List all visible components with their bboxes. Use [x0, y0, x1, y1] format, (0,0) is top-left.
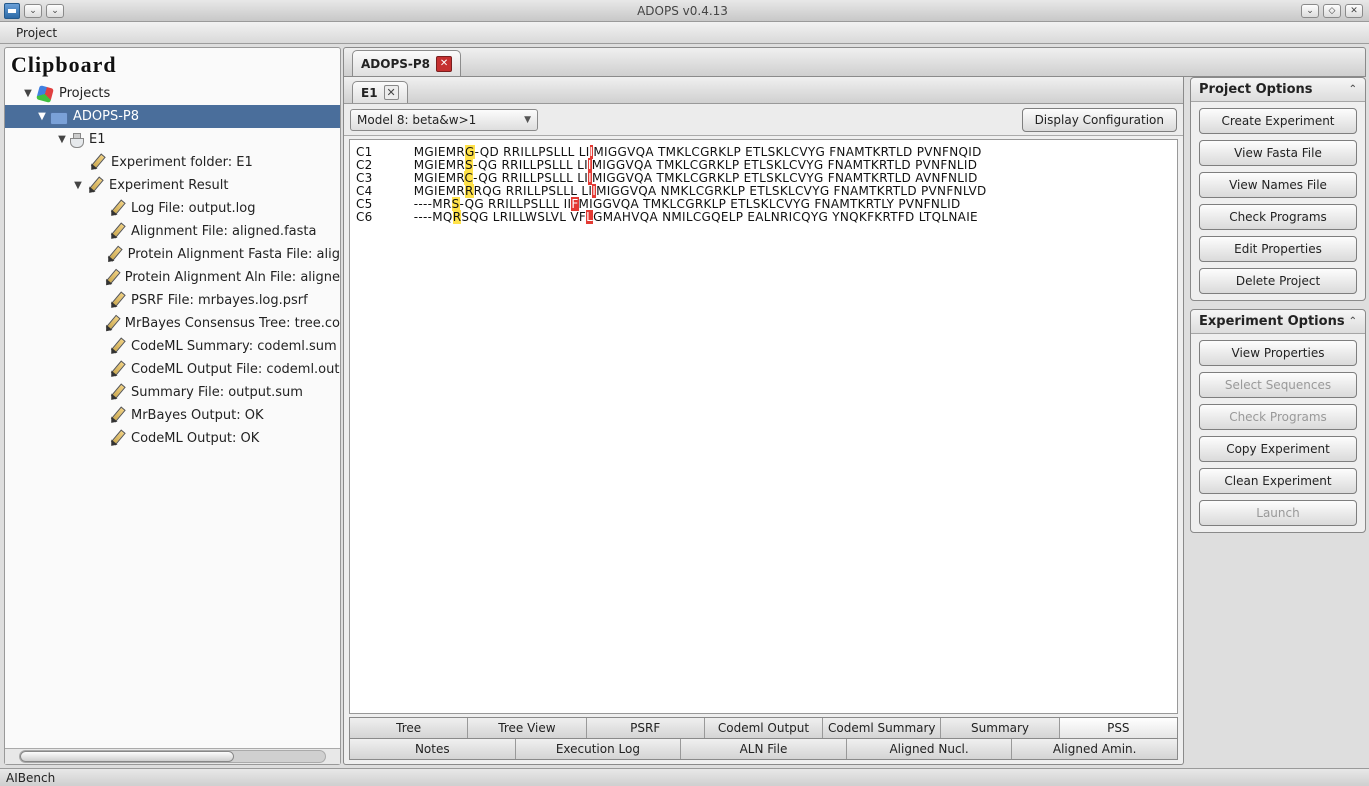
experiment-options-title: Experiment Options — [1199, 314, 1345, 329]
bottom-tab[interactable]: Execution Log — [516, 739, 682, 759]
bottom-tab[interactable]: Summary — [941, 718, 1059, 738]
statusbar: AIBench — [0, 768, 1369, 786]
tree-file-item[interactable]: Alignment File: aligned.fasta — [5, 220, 340, 243]
project-tab[interactable]: ADOPS-P8 ✕ — [352, 50, 461, 76]
experiment-tab-bar: E1 ✕ — [344, 77, 1183, 104]
titlebar: ⌄ ⌄ ADOPS v0.4.13 ⌄ ◇ ✕ — [0, 0, 1369, 22]
tree-file-item[interactable]: PSRF File: mrbayes.log.psrf — [5, 289, 340, 312]
experiment-option-button[interactable]: Copy Experiment — [1199, 436, 1357, 462]
project-option-button[interactable]: Edit Properties — [1199, 236, 1357, 262]
project-option-button[interactable]: View Names File — [1199, 172, 1357, 198]
tree-root-projects[interactable]: ▼ Projects — [5, 82, 340, 105]
experiment-options-panel: Experiment Options ⌃ View Properties Sele… — [1190, 309, 1366, 533]
bottom-tab[interactable]: Codeml Output — [705, 718, 823, 738]
project-options-title: Project Options — [1199, 82, 1313, 97]
tree-project-adops-p8[interactable]: ▼ ADOPS-P8 — [5, 105, 340, 128]
alignment-view[interactable]: C1 MGIEMRG-QD RRILLPSLLL LIIMIGGVQA TMKL… — [349, 139, 1178, 714]
project-option-button[interactable]: Check Programs — [1199, 204, 1357, 230]
bottom-tab[interactable]: ALN File — [681, 739, 847, 759]
sidebar-hscroll[interactable] — [5, 748, 340, 764]
tree-file-item[interactable]: MrBayes Output: OK — [5, 404, 340, 427]
project-tab-bar: ADOPS-P8 ✕ — [343, 47, 1366, 77]
tree-file-item[interactable]: CodeML Output: OK — [5, 427, 340, 450]
window-title: ADOPS v0.4.13 — [64, 4, 1301, 18]
pencil-icon — [101, 242, 126, 267]
alignment-toolbar: Model 8: beta&w>1 ▼ Display Configuratio… — [344, 104, 1183, 136]
experiment-option-button: Check Programs — [1199, 404, 1357, 430]
folder-icon — [50, 112, 68, 125]
menubar: Project — [0, 22, 1369, 44]
close-window-button[interactable]: ✕ — [1345, 4, 1363, 18]
chevron-down-icon: ▼ — [524, 115, 531, 125]
project-option-button[interactable]: Create Experiment — [1199, 108, 1357, 134]
pencil-icon — [99, 265, 124, 290]
bottom-tab[interactable]: Aligned Nucl. — [847, 739, 1013, 759]
experiment-option-button[interactable]: View Properties — [1199, 340, 1357, 366]
tree-experiment-result[interactable]: ▼ Experiment Result — [5, 174, 340, 197]
bottom-tab[interactable]: Tree — [350, 718, 468, 738]
experiment-option-button: Select Sequences — [1199, 372, 1357, 398]
tree-file-item[interactable]: CodeML Summary: codeml.sum — [5, 335, 340, 358]
project-option-button[interactable]: Delete Project — [1199, 268, 1357, 294]
tree-file-item[interactable]: Protein Alignment Aln File: aligne — [5, 266, 340, 289]
bottom-tab[interactable]: Aligned Amin. — [1012, 739, 1177, 759]
bottom-tab[interactable]: Notes — [350, 739, 516, 759]
app-icon — [4, 3, 20, 19]
tree-file-item[interactable]: Protein Alignment Fasta File: alig — [5, 243, 340, 266]
titlebar-menu-btn-2[interactable]: ⌄ — [46, 4, 64, 18]
project-tab-close[interactable]: ✕ — [436, 56, 452, 72]
sidebar: Clipboard ▼ Projects ▼ ADOPS-P8 ▼ E1 Exp… — [4, 47, 341, 765]
projects-icon — [36, 85, 54, 103]
experiment-option-button[interactable]: Clean Experiment — [1199, 468, 1357, 494]
titlebar-menu-btn-1[interactable]: ⌄ — [24, 4, 42, 18]
tree-file-item[interactable]: Log File: output.log — [5, 197, 340, 220]
project-options-panel: Project Options ⌃ Create Experiment View … — [1190, 77, 1366, 301]
experiment-option-button: Launch — [1199, 500, 1357, 526]
collapse-icon[interactable]: ⌃ — [1349, 316, 1357, 327]
model-select[interactable]: Model 8: beta&w>1 ▼ — [350, 109, 538, 131]
maximize-button[interactable]: ◇ — [1323, 4, 1341, 18]
bottom-tab[interactable]: PSRF — [587, 718, 705, 738]
collapse-icon[interactable]: ⌃ — [1349, 84, 1357, 95]
alignment-row: C6 ----MQRSQG LRILLWSLVL VFLGMAHVQA NMIL… — [356, 211, 1171, 224]
statusbar-text: AIBench — [6, 771, 55, 785]
flask-icon — [70, 131, 84, 149]
project-option-button[interactable]: View Fasta File — [1199, 140, 1357, 166]
tree-file-item[interactable]: Summary File: output.sum — [5, 381, 340, 404]
pencil-icon — [104, 196, 129, 221]
tree-file-item[interactable]: CodeML Output File: codeml.out — [5, 358, 340, 381]
project-tree[interactable]: ▼ Projects ▼ ADOPS-P8 ▼ E1 Experiment fo… — [5, 80, 340, 748]
minimize-button[interactable]: ⌄ — [1301, 4, 1319, 18]
bottom-tab[interactable]: Codeml Summary — [823, 718, 941, 738]
pencil-icon — [104, 357, 129, 382]
pencil-icon — [104, 380, 129, 405]
pencil-icon — [104, 426, 129, 451]
tree-file-item[interactable]: MrBayes Consensus Tree: tree.co — [5, 312, 340, 335]
sidebar-logo: Clipboard — [11, 52, 334, 78]
pencil-icon — [104, 219, 129, 244]
pencil-icon — [84, 150, 109, 175]
pencil-icon — [99, 311, 124, 336]
bottom-tab-group: TreeTree ViewPSRFCodeml OutputCodeml Sum… — [349, 717, 1178, 760]
pencil-icon — [104, 288, 129, 313]
experiment-tab-close[interactable]: ✕ — [384, 85, 399, 100]
pencil-icon — [82, 173, 107, 198]
bottom-tab[interactable]: PSS — [1060, 718, 1177, 738]
bottom-tab[interactable]: Tree View — [468, 718, 586, 738]
display-configuration-button[interactable]: Display Configuration — [1022, 108, 1177, 132]
tree-experiment-e1[interactable]: ▼ E1 — [5, 128, 340, 151]
tree-experiment-folder[interactable]: Experiment folder: E1 — [5, 151, 340, 174]
experiment-tab[interactable]: E1 ✕ — [352, 81, 408, 103]
pencil-icon — [104, 334, 129, 359]
pencil-icon — [104, 403, 129, 428]
menu-project[interactable]: Project — [10, 24, 63, 42]
